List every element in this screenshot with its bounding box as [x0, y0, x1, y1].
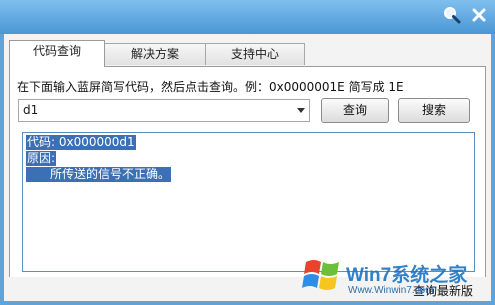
tab-support-center[interactable]: 支持中心 — [205, 43, 305, 65]
tab-solutions[interactable]: 解决方案 — [104, 43, 206, 65]
code-input-value[interactable]: d1 — [23, 103, 38, 117]
title-bar — [0, 0, 495, 34]
code-input-combobox[interactable]: d1 — [18, 99, 310, 122]
result-textarea[interactable]: 代码: 0x000000d1 原因: 所传送的信号不正确。 — [22, 132, 475, 272]
check-update-link[interactable]: 查询最新版 — [413, 282, 473, 299]
search-button[interactable]: 搜索 — [398, 98, 470, 123]
result-reason-label: 原因: — [26, 151, 57, 166]
tab-code-query[interactable]: 代码查询 — [9, 40, 105, 67]
instruction-text: 在下面输入蓝屏简写代码，然后点击查询。例：0x0000001E 简写成 1E — [17, 80, 404, 94]
result-reason-text: 所传送的信号不正确。 — [26, 167, 172, 182]
result-code-line: 代码: 0x000000d1 — [26, 135, 136, 150]
close-icon[interactable] — [468, 4, 490, 26]
magnifier-icon[interactable] — [441, 4, 463, 26]
chevron-down-icon[interactable] — [297, 108, 305, 113]
main-window: 代码查询 解决方案 支持中心 在下面输入蓝屏简写代码，然后点击查询。例：0x00… — [4, 34, 491, 301]
query-button[interactable]: 查询 — [321, 98, 389, 123]
